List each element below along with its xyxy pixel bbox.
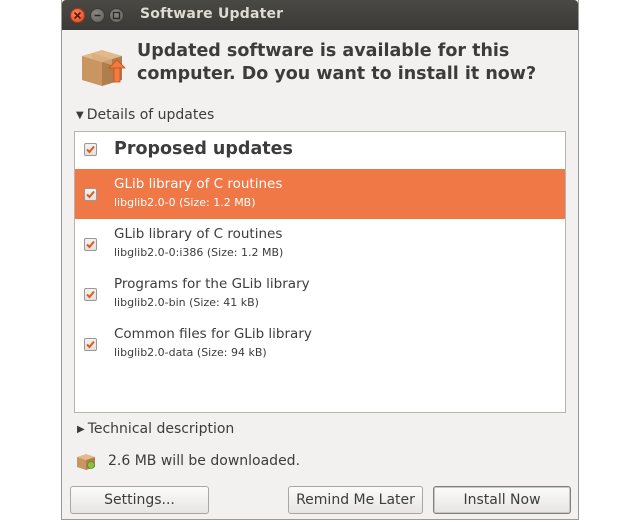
install-now-button[interactable]: Install Now (433, 486, 571, 514)
updates-list[interactable]: Proposed updates GLib library of C routi… (74, 131, 566, 413)
list-item[interactable]: Common files for GLib library libglib2.0… (75, 319, 565, 369)
item-checkbox[interactable] (84, 338, 97, 351)
download-size-text: 2.6 MB will be downloaded. (108, 453, 301, 469)
maximize-icon[interactable] (109, 8, 124, 23)
triangle-right-icon: ▶ (77, 424, 85, 435)
settings-button[interactable]: Settings... (70, 486, 209, 514)
title-bar: Software Updater (62, 0, 578, 30)
software-updater-window: Software Updater Updated software is ava… (61, 0, 579, 520)
minimize-icon[interactable] (90, 8, 105, 23)
technical-description-expander[interactable]: ▶ Technical description (77, 421, 234, 437)
update-prompt-message: Updated software is available for this c… (137, 41, 537, 84)
details-expander[interactable]: ▼ Details of updates (76, 107, 214, 123)
package-upgrade-icon (78, 42, 126, 90)
list-item[interactable]: GLib library of C routines libglib2.0-0 … (75, 169, 565, 219)
item-subtitle: libglib2.0-bin (Size: 41 kB) (114, 296, 259, 309)
item-subtitle: libglib2.0-data (Size: 94 kB) (114, 346, 267, 359)
item-title: Programs for the GLib library (114, 276, 310, 292)
item-checkbox[interactable] (84, 288, 97, 301)
list-item[interactable]: GLib library of C routines libglib2.0-0:… (75, 219, 565, 269)
remind-me-later-button[interactable]: Remind Me Later (288, 486, 423, 514)
item-subtitle: libglib2.0-0:i386 (Size: 1.2 MB) (114, 246, 284, 259)
list-item[interactable]: Programs for the GLib library libglib2.0… (75, 269, 565, 319)
group-checkbox[interactable] (84, 143, 97, 156)
update-group-row[interactable]: Proposed updates (75, 132, 565, 168)
item-title: GLib library of C routines (114, 176, 283, 192)
item-subtitle: libglib2.0-0 (Size: 1.2 MB) (114, 196, 256, 209)
technical-expander-label: Technical description (87, 421, 235, 437)
item-title: GLib library of C routines (114, 226, 283, 242)
close-icon[interactable] (70, 8, 85, 23)
details-expander-label: Details of updates (86, 107, 215, 123)
item-checkbox[interactable] (84, 188, 97, 201)
item-checkbox[interactable] (84, 238, 97, 251)
window-title: Software Updater (140, 6, 284, 22)
download-package-icon (76, 451, 96, 471)
triangle-down-icon: ▼ (76, 110, 84, 121)
item-title: Common files for GLib library (114, 326, 312, 342)
group-label: Proposed updates (114, 139, 293, 159)
